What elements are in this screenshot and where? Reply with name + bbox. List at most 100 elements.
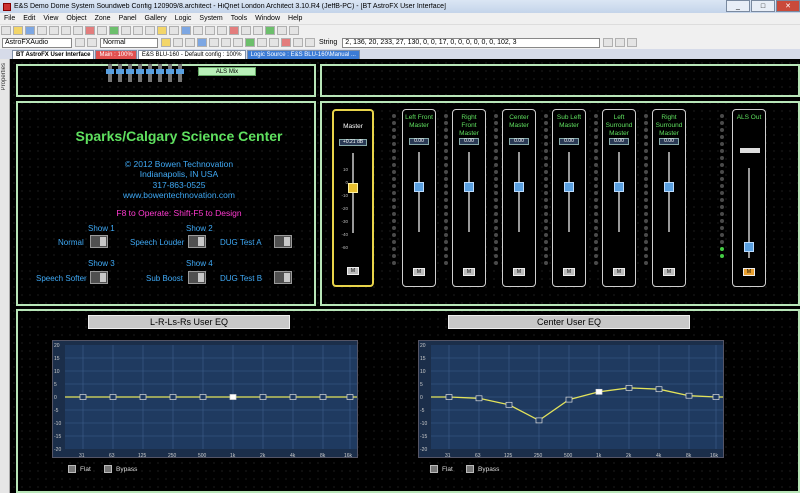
close-button[interactable]: ✕ [776,0,800,12]
lock-icon[interactable] [161,38,171,47]
refresh-icon[interactable] [197,38,207,47]
run-icon[interactable] [245,38,255,47]
table-icon[interactable] [233,38,243,47]
eq-band-handle[interactable] [229,394,237,400]
master-fader-track[interactable] [352,153,354,233]
print-icon[interactable] [37,26,47,35]
link-icon[interactable] [87,38,97,47]
string-next-icon[interactable] [615,38,626,47]
fader-knob-sub-left[interactable] [564,182,574,192]
eq-plot-lrlsrs[interactable]: 20 15 10 5 0 -5 -10 -15 -20 31 63 125 25… [53,341,359,459]
bold-icon[interactable] [193,26,203,35]
fader-track-left-surround[interactable] [618,152,620,232]
stop-icon[interactable] [257,38,267,47]
save-icon[interactable] [25,26,35,35]
fader-knob-left-front[interactable] [414,182,424,192]
paste-icon[interactable] [73,26,83,35]
go-online-icon[interactable] [109,26,119,35]
tab-es-blu-160-default[interactable]: E&S BLU-160 - Default config : 100% [137,50,246,59]
delete-icon[interactable] [221,38,231,47]
mute-button-center[interactable]: M [513,268,525,276]
wrap-icon[interactable] [185,38,195,47]
fader-track-right-surround[interactable] [668,152,670,232]
speech-softer-switch[interactable] [90,271,108,284]
fader-track-center[interactable] [518,152,520,232]
mute-button-right-front[interactable]: M [463,268,475,276]
menu-window[interactable]: Window [255,15,280,22]
sub-boost-switch[interactable] [188,271,206,284]
string-send-icon[interactable] [627,38,638,47]
open-icon[interactable] [13,26,23,35]
menu-tools[interactable]: Tools [231,15,247,22]
fader-knob-center[interactable] [514,182,524,192]
mute-button-left-front[interactable]: M [413,268,425,276]
italic-icon[interactable] [205,26,215,35]
device-icon[interactable] [75,38,85,47]
menu-object[interactable]: Object [66,15,86,22]
options-icon[interactable] [269,38,279,47]
eq-band-handle[interactable] [109,394,117,400]
send-back-icon[interactable] [253,26,263,35]
help-icon[interactable] [289,26,299,35]
speech-louder-switch[interactable] [188,235,206,248]
fader-track-right-front[interactable] [468,152,470,232]
panel-icon[interactable] [157,26,167,35]
tools-icon[interactable] [293,38,303,47]
fader-knob-left-surround[interactable] [614,182,624,192]
eq-graph-center[interactable]: 20 15 10 5 0 -5 -10 -15 -20 31 63 125 25… [418,340,724,459]
eq-band-handle[interactable] [685,392,693,399]
mute-button-sub-left[interactable]: M [563,268,575,276]
menu-system[interactable]: System [199,15,222,22]
undo-icon[interactable] [85,26,95,35]
tab-main[interactable]: Main : 100% [95,50,137,59]
alert-icon[interactable] [281,38,291,47]
grid-icon[interactable] [169,26,179,35]
redo-icon[interactable] [97,26,107,35]
fader-track-sub-left[interactable] [568,152,570,232]
align-right-icon[interactable] [145,26,155,35]
flat-checkbox-lrlsrs[interactable] [68,465,76,473]
maximize-button[interactable]: □ [751,0,775,12]
menu-edit[interactable]: Edit [23,15,35,22]
flat-checkbox-center[interactable] [430,465,438,473]
fader-knob-als[interactable] [744,242,754,252]
eq-graph-lrlsrs[interactable]: 20 15 10 5 0 -5 -10 -15 -20 31 63 125 25… [52,340,359,459]
fader-track-left-front[interactable] [418,152,420,232]
mute-button-left-surround[interactable]: M [613,268,625,276]
eq-band-handle[interactable] [505,401,513,408]
menu-zone[interactable]: Zone [95,15,111,22]
tab-bt-astrofx-user-interface[interactable]: BT AstroFX User Interface [12,50,95,59]
menu-gallery[interactable]: Gallery [145,15,167,22]
eq-band-handle[interactable] [259,394,267,400]
menu-logic[interactable]: Logic [175,15,192,22]
new-icon[interactable] [1,26,11,35]
bring-front-icon[interactable] [241,26,251,35]
eq-band-handle[interactable] [445,394,453,400]
cut-icon[interactable] [49,26,59,35]
minimize-button[interactable]: _ [726,0,750,12]
menu-panel[interactable]: Panel [119,15,137,22]
string-input[interactable]: 2, 136, 20, 233, 27, 130, 0, 0, 17, 0, 0… [342,37,601,48]
align-left-icon[interactable] [121,26,131,35]
properties-sidebar[interactable]: Properties [0,59,10,493]
mute-button-als[interactable]: M [743,268,755,276]
eq-band-handle[interactable] [535,417,543,424]
eq-band-handle[interactable] [319,394,327,400]
underline-icon[interactable] [217,26,227,35]
tab-logic-source[interactable]: Logic Source : E&S BLU-160\Manual ... [246,50,360,59]
bypass-checkbox-lrlsrs[interactable] [104,465,112,473]
dug-test-a-switch[interactable] [274,235,292,248]
master-mute-button[interactable]: M [347,267,359,275]
list-icon[interactable] [305,38,315,47]
eq-band-handle[interactable] [475,395,483,402]
eq-band-handle[interactable] [169,394,177,400]
master-fader-knob[interactable] [348,183,358,193]
normal-switch[interactable] [90,235,108,248]
mute-button-right-surround[interactable]: M [663,268,675,276]
eq-band-handle[interactable] [79,394,87,400]
device-select[interactable]: AstroFXAudio [2,37,72,48]
fader-knob-right-front[interactable] [464,182,474,192]
compile-icon[interactable] [265,26,275,35]
eq-band-handle[interactable] [625,385,633,391]
bypass-checkbox-center[interactable] [466,465,474,473]
